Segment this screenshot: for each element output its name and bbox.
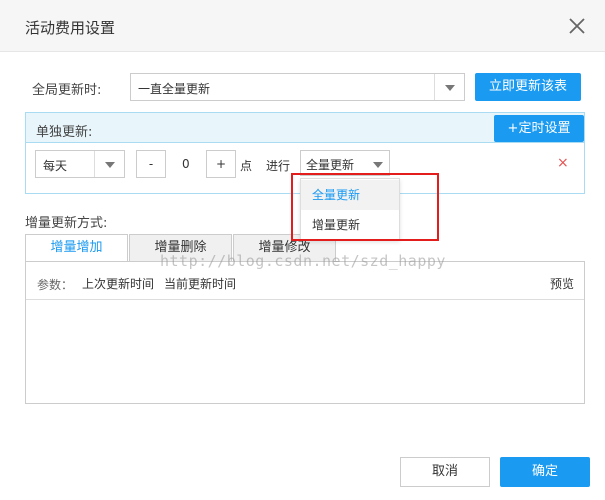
dialog-header: 活动费用设置: [0, 0, 605, 52]
update-mode-value: 全量更新: [306, 158, 355, 172]
global-update-label: 全局更新时:: [32, 83, 102, 98]
close-icon[interactable]: [567, 16, 587, 36]
delete-rule-icon[interactable]: ×: [557, 155, 569, 171]
incremental-mode-label: 增量更新方式:: [25, 216, 108, 231]
tab-incremental-add[interactable]: 增量增加: [25, 234, 128, 262]
chevron-down-icon: [363, 151, 389, 175]
hour-increment-button[interactable]: +: [206, 150, 236, 178]
period-value: 每天: [43, 159, 68, 173]
refresh-table-button[interactable]: 立即更新该表: [475, 73, 581, 101]
chevron-down-icon: [94, 151, 124, 177]
chevron-down-icon: [434, 74, 464, 100]
highlight-box: [291, 173, 439, 241]
period-select[interactable]: 每天: [35, 150, 125, 178]
ok-button[interactable]: 确定: [500, 457, 590, 487]
hour-unit-label: 点: [240, 159, 253, 173]
schedule-button[interactable]: +定时设置: [494, 115, 584, 142]
hour-decrement-button[interactable]: -: [136, 150, 166, 178]
single-update-title: 单独更新:: [36, 125, 93, 140]
param-last-update-time[interactable]: 上次更新时间: [82, 275, 154, 292]
action-label: 进行: [266, 159, 291, 173]
dialog: 活动费用设置 全局更新时: 一直全量更新 立即更新该表 单独更新: +定时设置 …: [0, 0, 605, 500]
watermark: http://blog.csdn.net/szd_happy: [160, 252, 446, 270]
hour-value[interactable]: 0: [182, 157, 190, 171]
param-current-update-time[interactable]: 当前更新时间: [164, 275, 236, 292]
params-label: 参数：: [37, 278, 74, 292]
preview-link[interactable]: 预览: [550, 275, 574, 292]
dialog-title: 活动费用设置: [25, 19, 116, 37]
global-update-value: 一直全量更新: [138, 82, 211, 96]
cancel-button[interactable]: 取消: [400, 457, 490, 487]
global-update-select[interactable]: 一直全量更新: [130, 73, 465, 101]
